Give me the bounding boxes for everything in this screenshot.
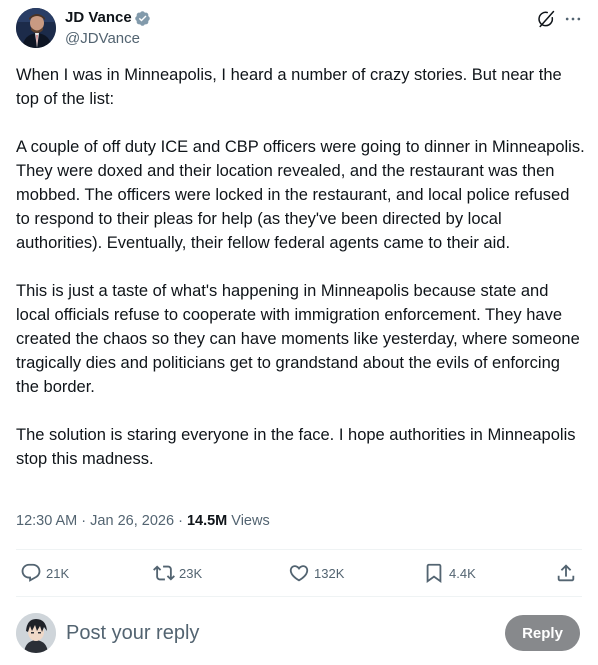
divider: [16, 596, 582, 597]
tweet-paragraph: When I was in Minneapolis, I heard a num…: [16, 66, 562, 108]
tweet-date[interactable]: Jan 26, 2026: [90, 513, 174, 529]
reply-button[interactable]: 21K: [20, 561, 69, 585]
like-count: 132K: [314, 565, 345, 581]
tweet-meta: 12:30 AM · Jan 26, 2026 · 14.5M Views: [16, 511, 270, 531]
reply-submit-button[interactable]: Reply: [505, 615, 580, 651]
author-avatar[interactable]: [16, 8, 56, 48]
retweet-count: 23K: [179, 565, 203, 581]
more-icon[interactable]: [563, 9, 583, 29]
reply-icon: [21, 563, 41, 582]
tweet-detail: JD Vance @JDVance When I was in Minneapo…: [0, 0, 598, 665]
bookmark-icon: [426, 563, 442, 584]
retweet-button[interactable]: 23K: [153, 561, 202, 585]
meta-separator: ·: [178, 513, 183, 529]
bookmark-count: 4.4K: [449, 565, 476, 581]
share-icon: [557, 564, 575, 582]
user-avatar[interactable]: [16, 613, 56, 653]
tweet-text: When I was in Minneapolis, I heard a num…: [16, 63, 586, 471]
grok-icon[interactable]: [536, 9, 556, 29]
tweet-paragraph: The solution is staring everyone in the …: [16, 426, 576, 468]
heart-icon: [289, 565, 309, 582]
tweet-time[interactable]: 12:30 AM: [16, 513, 77, 529]
reply-input[interactable]: [66, 620, 486, 646]
retweet-icon: [153, 565, 175, 581]
verified-badge-icon: [135, 11, 150, 26]
bookmark-button[interactable]: 4.4K: [423, 561, 476, 585]
tweet-paragraph: A couple of off duty ICE and CBP officer…: [16, 138, 585, 252]
views-count[interactable]: 14.5M: [187, 513, 227, 529]
author-handle[interactable]: @JDVance: [65, 29, 140, 49]
reply-count: 21K: [46, 565, 70, 581]
share-button[interactable]: [555, 561, 577, 585]
meta-separator: ·: [81, 513, 87, 529]
like-button[interactable]: 132K: [288, 561, 344, 585]
views-label: Views: [231, 513, 270, 529]
author-name[interactable]: JD Vance: [65, 8, 132, 28]
tweet-paragraph: This is just a taste of what's happening…: [16, 282, 580, 396]
divider: [16, 549, 582, 550]
